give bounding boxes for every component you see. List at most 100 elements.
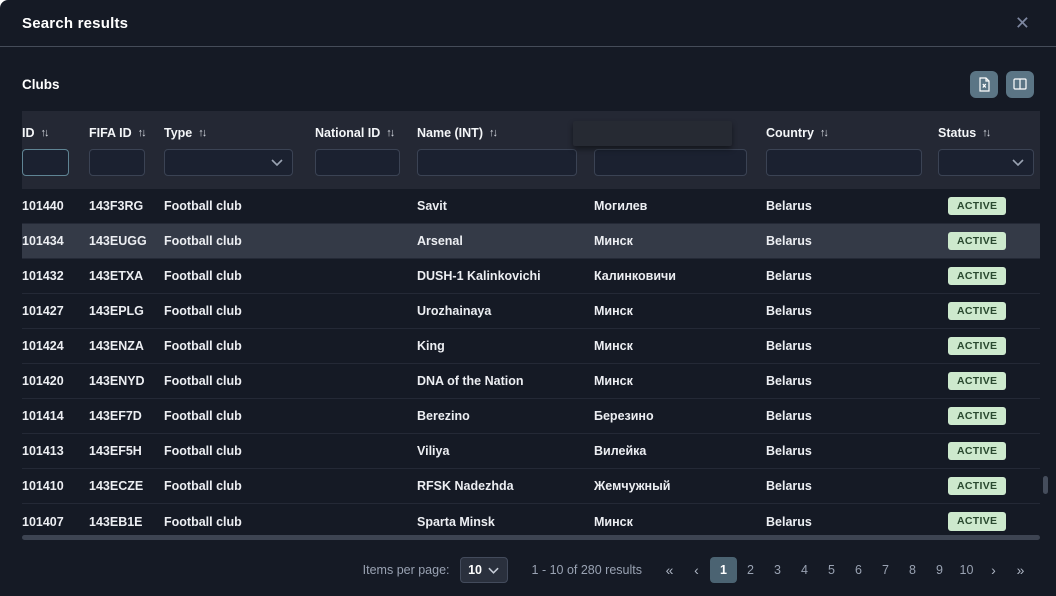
cell-name-local: Могилев (594, 189, 766, 223)
sort-icon[interactable]: ↑↓ (386, 127, 393, 139)
col-header-name-int[interactable]: Name (INT) (417, 126, 483, 140)
country-filter-input[interactable] (766, 149, 922, 176)
table-row[interactable]: 101440 143F3RG Football club Savit Могил… (22, 189, 1040, 224)
col-header-type[interactable]: Type (164, 126, 192, 140)
next-page-icon[interactable]: › (980, 557, 1007, 583)
cell-country: Belarus (766, 224, 938, 258)
cell-id: 101440 (22, 189, 89, 223)
cell-id: 101427 (22, 294, 89, 328)
page-number-button[interactable]: 4 (791, 557, 818, 583)
cell-type: Football club (164, 294, 315, 328)
columns-icon (1013, 78, 1027, 90)
cell-national-id (315, 224, 417, 258)
cell-type: Football club (164, 364, 315, 398)
cell-national-id (315, 364, 417, 398)
vertical-scrollbar[interactable] (1043, 476, 1048, 494)
header-label-row: ID ↑↓ FIFA ID ↑↓ Type ↑↓ National ID ↑↓ Name… (22, 119, 1040, 147)
col-header-country[interactable]: Country (766, 126, 814, 140)
cell-type: Football club (164, 259, 315, 293)
pager: « ‹ 1 2 3 4 5 6 7 8 (656, 557, 1034, 583)
chevron-down-icon (488, 563, 499, 577)
dialog-titlebar: Search results ✕ (0, 0, 1056, 47)
name-local-filter-input[interactable] (594, 149, 747, 176)
cell-country: Belarus (766, 504, 938, 539)
col-header-id[interactable]: ID (22, 126, 35, 140)
items-per-page-value: 10 (468, 563, 482, 577)
type-filter-select[interactable] (164, 149, 293, 176)
last-page-icon[interactable]: » (1007, 557, 1034, 583)
cell-national-id (315, 259, 417, 293)
prev-page-icon[interactable]: ‹ (683, 557, 710, 583)
cell-id: 101410 (22, 469, 89, 503)
col-header-status[interactable]: Status (938, 126, 976, 140)
national-id-filter-input[interactable] (315, 149, 400, 176)
table-row[interactable]: 101424 143ENZA Football club King Минск … (22, 329, 1040, 364)
items-per-page-label: Items per page: (363, 563, 450, 577)
sort-icon[interactable]: ↑↓ (820, 127, 827, 139)
first-page-icon[interactable]: « (656, 557, 683, 583)
page-number-button[interactable]: 6 (845, 557, 872, 583)
sort-icon[interactable]: ↑↓ (982, 127, 989, 139)
status-badge: ACTIVE (948, 477, 1006, 496)
page-number-button[interactable]: 3 (764, 557, 791, 583)
cell-type: Football club (164, 189, 315, 223)
cell-name-int: Urozhainaya (417, 294, 594, 328)
page-number-button[interactable]: 5 (818, 557, 845, 583)
cell-id: 101424 (22, 329, 89, 363)
table-row[interactable]: 101432 143ETXA Football club DUSH-1 Kali… (22, 259, 1040, 294)
close-icon[interactable]: ✕ (1011, 10, 1034, 36)
table-row[interactable]: 101420 143ENYD Football club DNA of the … (22, 364, 1040, 399)
status-badge: ACTIVE (948, 232, 1006, 251)
table-row[interactable]: 101427 143EPLG Football club Urozhainaya… (22, 294, 1040, 329)
cell-country: Belarus (766, 399, 938, 433)
page-number-button[interactable]: 2 (737, 557, 764, 583)
table-row[interactable]: 101434 143EUGG Football club Arsenal Мин… (22, 224, 1040, 259)
col-header-national-id[interactable]: National ID (315, 126, 380, 140)
name-int-filter-input[interactable] (417, 149, 577, 176)
cell-type: Football club (164, 504, 315, 539)
table-row[interactable]: 101407 143EB1E Football club Sparta Mins… (22, 504, 1040, 539)
sort-icon[interactable]: ↑↓ (138, 127, 145, 139)
column-chooser-button[interactable] (1006, 71, 1034, 98)
status-badge: ACTIVE (948, 512, 1006, 531)
cell-national-id (315, 329, 417, 363)
export-file-button[interactable] (970, 71, 998, 98)
cell-national-id (315, 469, 417, 503)
sort-icon[interactable]: ↑↓ (41, 127, 48, 139)
cell-name-int: King (417, 329, 594, 363)
page-number-button[interactable]: 1 (710, 557, 737, 583)
status-filter-select[interactable] (938, 149, 1034, 176)
page-number-button[interactable]: 7 (872, 557, 899, 583)
status-badge: ACTIVE (948, 197, 1006, 216)
section-title: Clubs (22, 77, 60, 92)
table-row[interactable]: 101410 143ECZE Football club RFSK Nadezh… (22, 469, 1040, 504)
items-per-page-select[interactable]: 10 (460, 557, 508, 583)
cell-id: 101432 (22, 259, 89, 293)
cell-fifa-id: 143EUGG (89, 224, 164, 258)
sort-icon[interactable]: ↑↓ (489, 127, 496, 139)
cell-fifa-id: 143F3RG (89, 189, 164, 223)
chevron-down-icon (1012, 155, 1024, 169)
search-results-dialog: Search results ✕ Clubs (0, 0, 1056, 596)
id-filter-input[interactable] (22, 149, 69, 176)
table-toolbar (970, 71, 1034, 98)
table-row[interactable]: 101413 143EF5H Football club Viliya Виле… (22, 434, 1040, 469)
table-body: 101440 143F3RG Football club Savit Могил… (22, 189, 1040, 539)
cell-name-local: Минск (594, 329, 766, 363)
cell-name-local: Березино (594, 399, 766, 433)
cell-id: 101413 (22, 434, 89, 468)
cell-fifa-id: 143EF7D (89, 399, 164, 433)
cell-name-int: Viliya (417, 434, 594, 468)
horizontal-scrollbar[interactable] (22, 535, 1040, 540)
fifa-id-filter-input[interactable] (89, 149, 145, 176)
page-number-button[interactable]: 8 (899, 557, 926, 583)
clubs-table: ID ↑↓ FIFA ID ↑↓ Type ↑↓ National ID ↑↓ Name… (22, 111, 1040, 539)
status-badge: ACTIVE (948, 372, 1006, 391)
cell-country: Belarus (766, 259, 938, 293)
page-number-button[interactable]: 9 (926, 557, 953, 583)
page-number-button[interactable]: 10 (953, 557, 980, 583)
cell-national-id (315, 434, 417, 468)
sort-icon[interactable]: ↑↓ (198, 127, 205, 139)
col-header-fifa-id[interactable]: FIFA ID (89, 126, 132, 140)
table-row[interactable]: 101414 143EF7D Football club Berezino Бе… (22, 399, 1040, 434)
